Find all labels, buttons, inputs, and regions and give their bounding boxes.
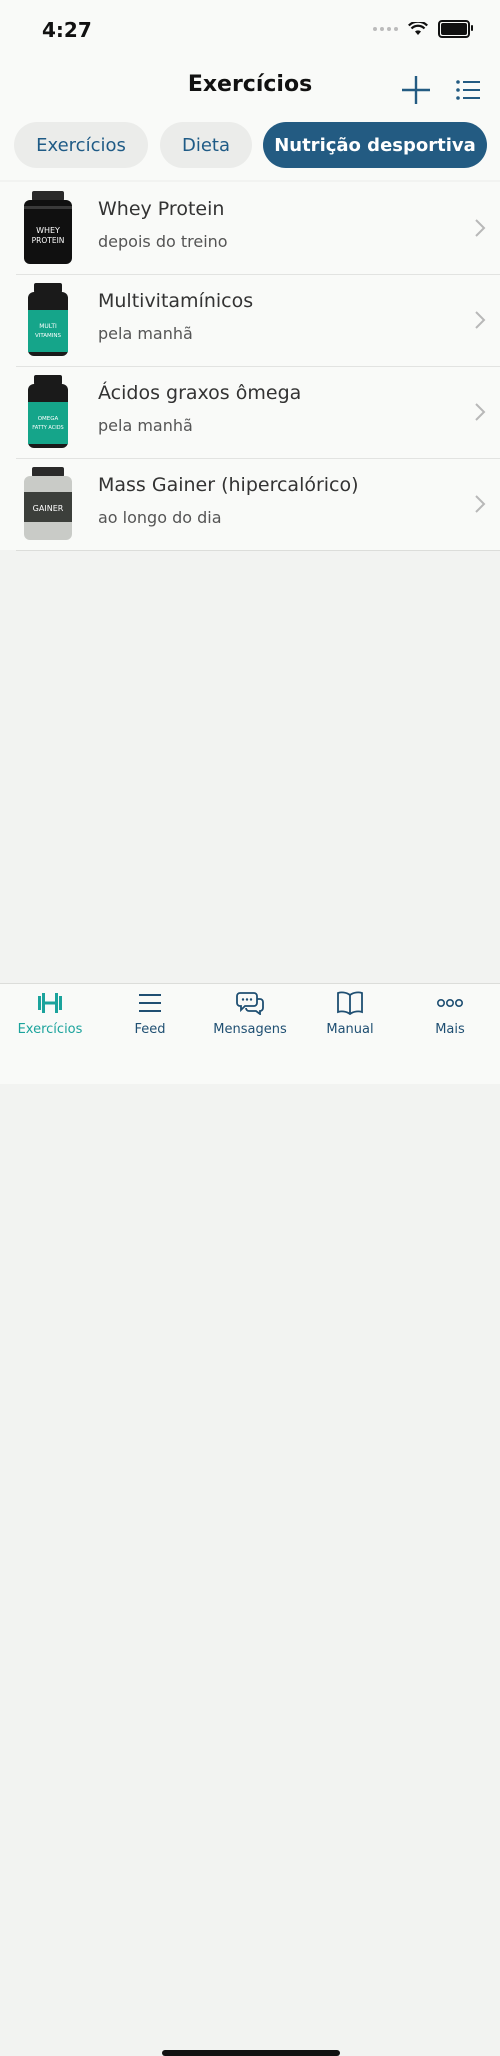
chevron-right-icon	[475, 403, 486, 421]
jar-label-line: PROTEIN	[32, 236, 65, 245]
tabbar-label: Manual	[326, 1022, 374, 1037]
tabbar-label: Mensagens	[213, 1022, 287, 1037]
supplement-timing: ao longo do dia	[98, 508, 222, 527]
jar-label-line: GAINER	[33, 504, 64, 513]
more-icon	[436, 998, 463, 1008]
chevron-right-icon	[475, 219, 486, 237]
list-item[interactable]: MULTI VITAMINS Multivitamínicos pela man…	[0, 274, 500, 366]
tabbar-label: Feed	[134, 1022, 166, 1037]
nav-header: Exercícios	[0, 60, 500, 120]
tabbar-item-exercicios[interactable]: Exercícios	[0, 990, 100, 1040]
supplement-name: Mass Gainer (hipercalórico)	[98, 474, 359, 496]
category-tabs: Exercícios Dieta Nutrição desportiva	[0, 120, 500, 180]
status-bar: 4:27	[0, 0, 500, 60]
tabbar-item-mensagens[interactable]: Mensagens	[200, 990, 300, 1040]
supplement-jar-icon: MULTI VITAMINS	[28, 283, 68, 356]
supplement-jar-icon: GAINER	[24, 467, 72, 540]
tab-exercicios[interactable]: Exercícios	[14, 122, 148, 168]
supplement-timing: pela manhã	[98, 324, 193, 343]
list-view-button[interactable]	[450, 72, 486, 108]
supplement-timing: pela manhã	[98, 416, 193, 435]
list-icon	[456, 80, 480, 100]
supplement-name: Whey Protein	[98, 198, 225, 220]
list-item[interactable]: OMEGA FATTY ACIDS Ácidos graxos ômega pe…	[0, 366, 500, 458]
book-icon	[337, 991, 363, 1015]
tab-nutricao-desportiva[interactable]: Nutrição desportiva	[263, 122, 487, 168]
list-item[interactable]: GAINER Mass Gainer (hipercalórico) ao lo…	[0, 458, 500, 551]
chat-icon	[236, 992, 264, 1015]
tabbar-label: Exercícios	[17, 1022, 83, 1037]
add-button[interactable]	[398, 72, 434, 108]
supplement-name: Multivitamínicos	[98, 290, 254, 312]
jar-label-line: FATTY ACIDS	[32, 425, 63, 431]
chevron-right-icon	[475, 495, 486, 513]
supplement-jar-icon: OMEGA FATTY ACIDS	[28, 375, 68, 448]
battery-icon	[438, 20, 473, 38]
plus-icon	[402, 76, 430, 104]
status-time: 4:27	[42, 18, 92, 42]
status-indicators	[373, 20, 473, 38]
jar-label-line: OMEGA	[38, 416, 59, 422]
cellular-signal-icon	[373, 27, 398, 31]
chevron-right-icon	[475, 311, 486, 329]
tabbar-item-mais[interactable]: Mais	[400, 990, 500, 1040]
tabbar-item-manual[interactable]: Manual	[300, 990, 400, 1040]
feed-icon	[139, 994, 161, 1012]
tabbar-label: Mais	[435, 1022, 465, 1037]
home-indicator	[162, 2050, 340, 2056]
tab-dieta[interactable]: Dieta	[160, 122, 252, 168]
supplement-name: Ácidos graxos ômega	[98, 382, 302, 404]
jar-label-line: WHEY	[36, 226, 60, 235]
supplement-jar-icon: WHEY PROTEIN	[24, 191, 72, 264]
supplement-timing: depois do treino	[98, 232, 228, 251]
list-item[interactable]: WHEY PROTEIN Whey Protein depois do trei…	[0, 182, 500, 274]
bottom-tab-bar: Exercícios Feed Mensagens Manual Mais	[0, 983, 500, 2056]
dumbbell-icon	[38, 993, 62, 1013]
jar-label-line: MULTI	[39, 323, 57, 330]
tabbar-item-feed[interactable]: Feed	[100, 990, 200, 1040]
wifi-icon	[408, 22, 428, 35]
supplement-list: WHEY PROTEIN Whey Protein depois do trei…	[0, 182, 500, 551]
jar-label-line: VITAMINS	[35, 333, 62, 339]
